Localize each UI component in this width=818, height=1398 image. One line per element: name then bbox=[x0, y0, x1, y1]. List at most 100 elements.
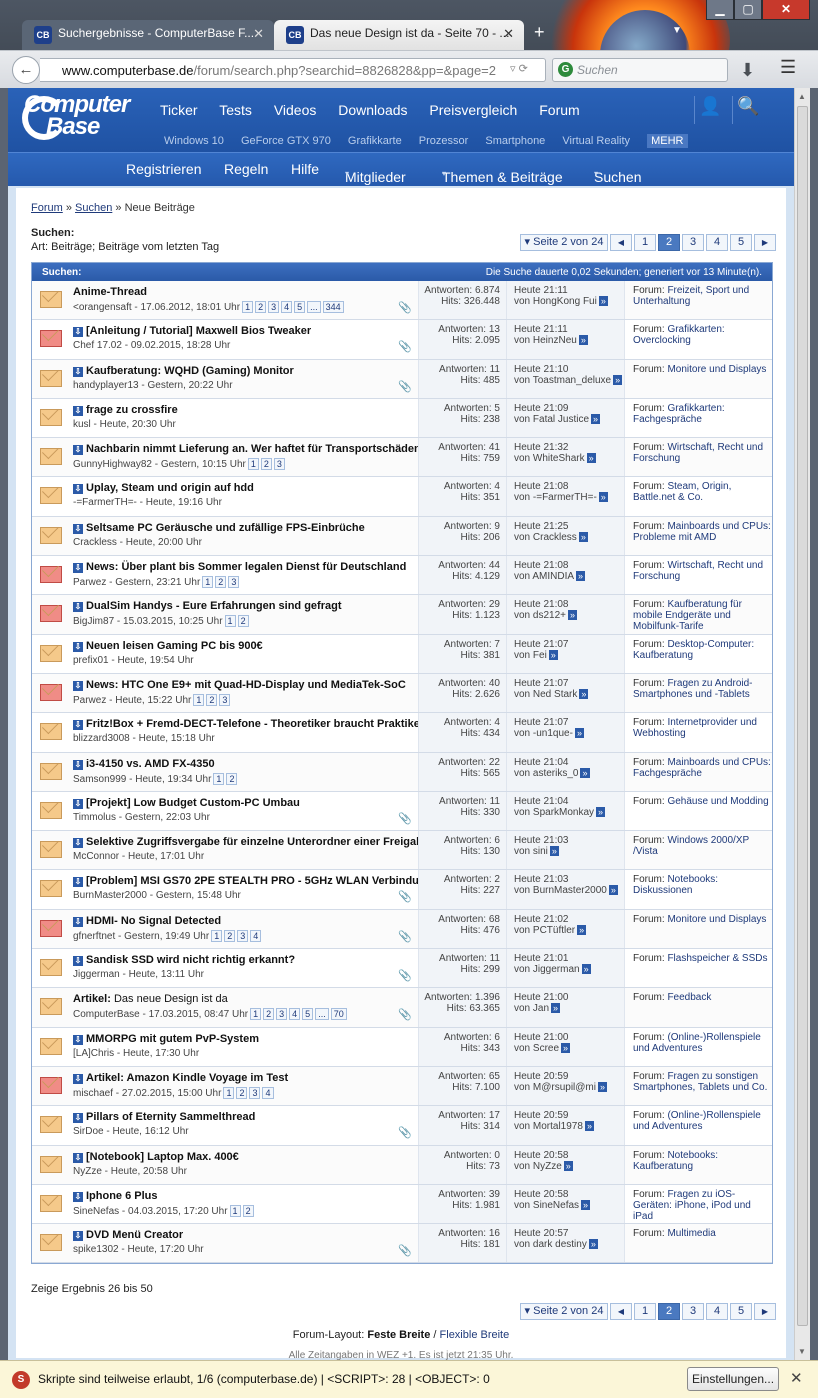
thread-starter[interactable]: Chef 17.02 - 09.02.2015, 18:28 Uhr bbox=[73, 340, 230, 351]
last-post-user[interactable]: von M@rsupil@mi» bbox=[514, 1081, 624, 1093]
thread-title-text[interactable]: News: HTC One E9+ mit Quad-HD-Display un… bbox=[86, 679, 406, 691]
new-post-icon[interactable]: ⇩ bbox=[73, 680, 83, 691]
thread-page-link[interactable]: 2 bbox=[237, 615, 249, 628]
new-post-icon[interactable]: ⇩ bbox=[73, 798, 83, 809]
pager-page-5[interactable]: 5 bbox=[730, 234, 752, 251]
thread-title-text[interactable]: Sandisk SSD wird nicht richtig erkannt? bbox=[86, 954, 295, 966]
pager-page-2[interactable]: 2 bbox=[658, 234, 680, 251]
goto-last-post-icon[interactable]: » bbox=[591, 413, 601, 424]
layout-fixed-link[interactable]: Feste Breite bbox=[367, 1329, 430, 1341]
thread-starter[interactable]: BigJim87 - 15.03.2015, 10:25 Uhr bbox=[73, 616, 223, 627]
subnav-smartphone[interactable]: Smartphone bbox=[485, 135, 545, 147]
thread-title[interactable]: ⇩ Pillars of Eternity Sammelthread bbox=[73, 1111, 255, 1124]
computerbase-logo[interactable]: Computer Base bbox=[22, 93, 130, 140]
thread-page-link[interactable]: 1 bbox=[223, 1086, 235, 1099]
thread-page-link[interactable]: 4 bbox=[262, 1086, 274, 1099]
thread-page-link[interactable]: 3 bbox=[268, 301, 280, 313]
new-post-icon[interactable]: ⇩ bbox=[73, 366, 83, 377]
page-scrollbar[interactable]: ▲ ▼ bbox=[794, 88, 810, 1360]
new-post-icon[interactable]: ⇩ bbox=[73, 327, 83, 338]
thread-starter[interactable]: McConnor - Heute, 17:01 Uhr bbox=[73, 851, 204, 862]
nav-forum[interactable]: Forum bbox=[539, 102, 579, 118]
thread-title[interactable]: ⇩ [Problem] MSI GS70 2PE STEALTH PRO - 5G… bbox=[73, 875, 432, 888]
pager-page-1[interactable]: 1 bbox=[634, 1303, 656, 1320]
thread-title-text[interactable]: Nachbarin nimmt Lieferung an. Wer haftet… bbox=[86, 443, 427, 455]
goto-last-post-icon[interactable]: » bbox=[578, 531, 588, 542]
last-post-user[interactable]: von Fei» bbox=[514, 649, 624, 661]
forum-link[interactable]: Monitore und Displays bbox=[667, 914, 766, 925]
goto-last-post-icon[interactable]: » bbox=[579, 688, 589, 699]
last-post-user[interactable]: von Jan» bbox=[514, 1003, 624, 1014]
breadcrumb-forum[interactable]: Forum bbox=[31, 202, 63, 214]
thread-page-link[interactable]: 2 bbox=[260, 458, 272, 471]
subnav-prozessor[interactable]: Prozessor bbox=[419, 135, 469, 147]
thread-starter[interactable]: Timmolus - Gestern, 22:03 Uhr bbox=[73, 812, 210, 823]
breadcrumb-suchen[interactable]: Suchen bbox=[75, 202, 112, 214]
browser-tab-design[interactable]: CB Das neue Design ist da - Seite 70 - .… bbox=[274, 20, 524, 50]
pager-page-3[interactable]: 3 bbox=[682, 234, 704, 251]
back-button[interactable]: ← bbox=[12, 56, 40, 84]
thread-title[interactable]: ⇩ Iphone 6 Plus bbox=[73, 1190, 158, 1202]
new-post-icon[interactable]: ⇩ bbox=[73, 916, 83, 927]
nav-ticker[interactable]: Ticker bbox=[160, 102, 198, 118]
thread-page-link[interactable]: 2 bbox=[206, 693, 218, 706]
new-post-icon[interactable]: ⇩ bbox=[73, 1152, 83, 1163]
last-post-user[interactable]: von -=FarmerTH=-» bbox=[514, 492, 624, 503]
thread-title[interactable]: Artikel: Das neue Design ist da bbox=[73, 993, 228, 1005]
thread-title[interactable]: ⇩ frage zu crossfire bbox=[73, 404, 178, 416]
window-minimize-button[interactable]: ▁ bbox=[706, 0, 734, 20]
user-icon[interactable]: 👤 bbox=[694, 96, 726, 124]
goto-last-post-icon[interactable]: » bbox=[563, 1160, 573, 1171]
last-post-user[interactable]: von HeinzNeu» bbox=[514, 335, 624, 346]
thread-title-text[interactable]: i3-4150 vs. AMD FX-4350 bbox=[86, 758, 215, 770]
thread-page-link[interactable]: 2 bbox=[215, 576, 227, 589]
url-bar[interactable]: www.computerbase.de/forum/search.php?sea… bbox=[40, 58, 546, 82]
goto-last-post-icon[interactable]: » bbox=[613, 374, 623, 385]
last-post-user[interactable]: von Scree» bbox=[514, 1042, 624, 1054]
thread-starter[interactable]: prefix01 - Heute, 19:54 Uhr bbox=[73, 655, 194, 666]
last-post-user[interactable]: von WhiteShark» bbox=[514, 453, 624, 464]
new-post-icon[interactable]: ⇩ bbox=[73, 484, 83, 495]
thread-title[interactable]: ⇩ Seltsame PC Geräusche und zufällige FPS… bbox=[73, 522, 365, 534]
thread-page-link[interactable]: 1 bbox=[247, 458, 259, 471]
thread-page-link[interactable]: 1 bbox=[193, 693, 205, 706]
thread-title[interactable]: ⇩ Sandisk SSD wird nicht richtig erkannt? bbox=[73, 954, 295, 967]
last-post-user[interactable]: von -un1que-» bbox=[514, 728, 624, 739]
new-post-icon[interactable]: ⇩ bbox=[73, 1191, 83, 1202]
thread-page-link[interactable]: 3 bbox=[249, 1086, 261, 1099]
thread-title[interactable]: ⇩ Uplay, Steam und origin auf hdd bbox=[73, 482, 254, 495]
new-post-icon[interactable]: ⇩ bbox=[73, 445, 83, 456]
pager-page-3[interactable]: 3 bbox=[682, 1303, 704, 1320]
last-post-user[interactable]: von asteriks_0» bbox=[514, 767, 624, 779]
pager-next-button[interactable]: ▶ bbox=[754, 1303, 776, 1320]
tab-close-icon[interactable]: ✕ bbox=[253, 26, 264, 42]
thread-title-text[interactable]: HDMI- No Signal Detected bbox=[86, 915, 221, 927]
new-post-icon[interactable]: ⇩ bbox=[73, 1113, 83, 1124]
thread-page-link[interactable]: 2 bbox=[226, 772, 238, 785]
nav-preisvergleich[interactable]: Preisvergleich bbox=[429, 102, 517, 118]
tab-list-dropdown-icon[interactable]: ▼ bbox=[672, 25, 682, 36]
last-post-user[interactable]: von Jiggerman» bbox=[514, 964, 624, 975]
new-post-icon[interactable]: ⇩ bbox=[73, 877, 83, 888]
thread-title-text[interactable]: Fritz!Box + Fremd-DECT-Telefone - Theore… bbox=[86, 718, 424, 730]
thread-title[interactable]: ⇩ Selektive Zugriffsvergabe für einzelne … bbox=[73, 836, 429, 849]
thread-starter[interactable]: kusl - Heute, 20:30 Uhr bbox=[73, 419, 176, 430]
goto-last-post-icon[interactable]: » bbox=[578, 335, 588, 346]
goto-last-post-icon[interactable]: » bbox=[584, 1121, 594, 1132]
new-post-icon[interactable]: ⇩ bbox=[73, 563, 83, 574]
last-post-user[interactable]: von Mortal1978» bbox=[514, 1121, 624, 1132]
nav-regeln[interactable]: Regeln bbox=[224, 161, 268, 177]
thread-title[interactable]: Anime-Thread bbox=[73, 286, 147, 298]
thread-title-text[interactable]: Selektive Zugriffsvergabe für einzelne U… bbox=[86, 836, 429, 848]
goto-last-post-icon[interactable]: » bbox=[574, 728, 584, 739]
thread-page-link[interactable]: 2 bbox=[242, 1204, 254, 1217]
thread-title-text[interactable]: Kaufberatung: WQHD (Gaming) Monitor bbox=[86, 365, 294, 377]
last-post-user[interactable]: von SparkMonkay» bbox=[514, 806, 624, 818]
thread-title[interactable]: ⇩ Artikel: Amazon Kindle Voyage im Test bbox=[73, 1072, 288, 1084]
pager-prev-button[interactable]: ◀ bbox=[610, 1303, 632, 1320]
thread-title[interactable]: ⇩ News: Über plant bis Sommer legalen Die… bbox=[73, 561, 406, 574]
last-post-user[interactable]: von AMINDIA» bbox=[514, 571, 624, 582]
pager-page-2[interactable]: 2 bbox=[658, 1303, 680, 1320]
forum-link[interactable]: Multimedia bbox=[667, 1228, 715, 1239]
subnav-gtx970[interactable]: GeForce GTX 970 bbox=[241, 135, 331, 147]
